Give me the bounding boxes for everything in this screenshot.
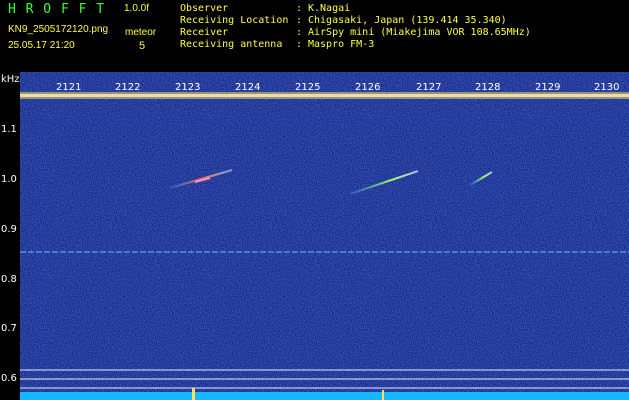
info-value: AirSpy mini (Miakejima VOR 108.65MHz) (308, 27, 531, 38)
x-tick-label: 2128 (475, 82, 501, 93)
x-tick-label: 2123 (175, 82, 201, 93)
power-trace-peak (192, 388, 195, 400)
y-tick-label: 0.6 (1, 373, 17, 384)
info-value: K.Nagai (308, 3, 351, 14)
header-panel: H R O F F T 1.0.0f KN9_2505172120.png me… (0, 0, 629, 72)
y-tick-label: 0.7 (1, 323, 17, 334)
info-value: Chigasaki, Japan (139.414 35.340) (308, 15, 507, 26)
app-logo: H R O F F T (8, 2, 106, 17)
x-tick-label: 2129 (535, 82, 561, 93)
info-key: Receiver (180, 27, 229, 38)
meteor-label: meteor (125, 27, 157, 38)
info-value: Maspro FM-3 (308, 39, 375, 50)
info-key: Observer (180, 3, 229, 14)
file-name: KN9_2505172120.png (8, 24, 109, 35)
y-tick-label: 1.1 (1, 124, 17, 135)
info-sep: : (296, 3, 303, 14)
power-trace-peak (382, 390, 384, 400)
spectrogram-plot (20, 72, 629, 400)
info-key: Receiving antenna (180, 39, 283, 50)
x-tick-label: 2124 (235, 82, 261, 93)
y-tick-label: 1.0 (1, 174, 17, 185)
y-tick-label: 0.9 (1, 224, 17, 235)
x-tick-label: 2121 (56, 82, 82, 93)
info-sep: : (296, 15, 303, 26)
info-key: Receiving Location (180, 15, 289, 26)
x-tick-label: 2127 (416, 82, 442, 93)
info-sep: : (296, 39, 303, 50)
plot-noise (20, 72, 629, 400)
carrier-band-core (20, 94, 629, 97)
app-version: 1.0.0f (124, 3, 150, 14)
info-sep: : (296, 27, 303, 38)
date-time: 25.05.17 21:20 (8, 40, 75, 51)
x-tick-label: 2130 (594, 82, 620, 93)
power-trace (20, 392, 629, 400)
y-tick-label: 0.8 (1, 274, 17, 285)
meteor-count: 5 (139, 40, 146, 52)
y-axis-unit: kHz (1, 74, 20, 85)
x-tick-label: 2125 (295, 82, 321, 93)
x-tick-label: 2126 (355, 82, 381, 93)
x-tick-label: 2122 (115, 82, 141, 93)
